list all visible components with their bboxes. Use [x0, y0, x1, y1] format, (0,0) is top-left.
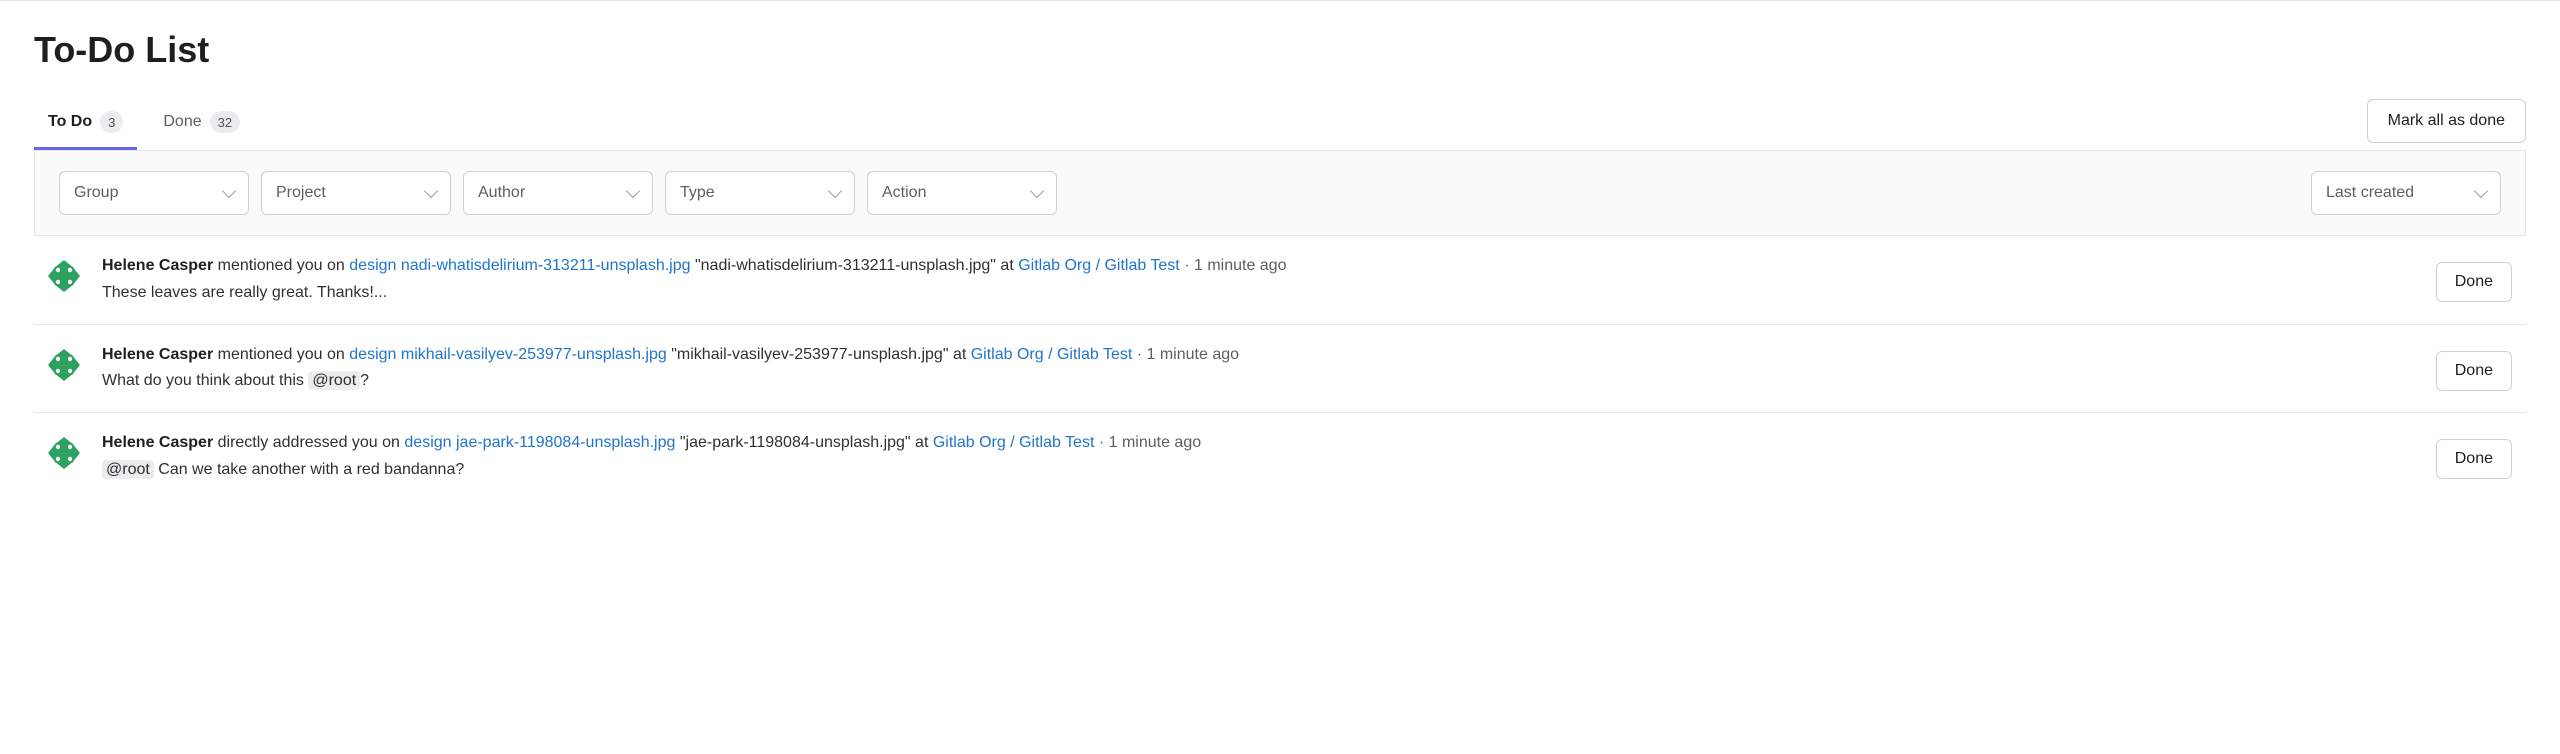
- filter-group-label: Group: [74, 184, 118, 202]
- chevron-down-icon: [828, 184, 842, 198]
- filter-action-label: Action: [882, 184, 926, 202]
- todo-verb: directly addressed you on: [213, 434, 404, 451]
- todo-item: Helene Casper mentioned you on design mi…: [34, 325, 2526, 414]
- todo-project-link[interactable]: Gitlab Org / Gitlab Test: [971, 346, 1133, 363]
- tabs: To Do 3 Done 32: [34, 97, 254, 150]
- todo-time: 1 minute ago: [1194, 257, 1287, 274]
- todo-list: Helene Casper mentioned you on design na…: [34, 236, 2526, 501]
- page-container: To-Do List To Do 3 Done 32 Mark all as d…: [0, 0, 2560, 501]
- tab-done-count: 32: [210, 111, 240, 133]
- todo-project-link[interactable]: Gitlab Org / Gitlab Test: [1018, 257, 1180, 274]
- filter-action[interactable]: Action: [867, 171, 1057, 215]
- todo-body: Helene Casper mentioned you on design na…: [102, 254, 2418, 306]
- todo-body: Helene Casper mentioned you on design mi…: [102, 343, 2418, 395]
- mention[interactable]: @root: [308, 371, 360, 390]
- avatar-icon: [44, 433, 84, 473]
- mention[interactable]: @root: [102, 460, 154, 479]
- filters-panel: Group Project Author Type Action Last cr…: [34, 151, 2526, 236]
- separator: ·: [1132, 346, 1146, 363]
- done-button[interactable]: Done: [2436, 351, 2512, 391]
- todo-author[interactable]: Helene Casper: [102, 434, 213, 451]
- filter-project[interactable]: Project: [261, 171, 451, 215]
- separator: ·: [1180, 257, 1194, 274]
- todo-project-link[interactable]: Gitlab Org / Gitlab Test: [933, 434, 1095, 451]
- todo-time: 1 minute ago: [1147, 346, 1240, 363]
- avatar-icon: [44, 256, 84, 296]
- done-button[interactable]: Done: [2436, 439, 2512, 479]
- chevron-down-icon: [1030, 184, 1044, 198]
- tab-todo-label: To Do: [48, 113, 92, 131]
- todo-note-text: What do you think about this: [102, 372, 308, 389]
- tab-todo[interactable]: To Do 3: [34, 97, 137, 150]
- todo-quoted: "nadi-whatisdelirium-313211-unsplash.jpg…: [691, 257, 1019, 274]
- page-title: To-Do List: [34, 29, 2526, 71]
- todo-author[interactable]: Helene Casper: [102, 346, 213, 363]
- todo-note-text: Can we take another with a red bandanna?: [154, 461, 464, 478]
- todo-design-link[interactable]: design nadi-whatisdelirium-313211-unspla…: [349, 257, 690, 274]
- sort-select[interactable]: Last created: [2311, 171, 2501, 215]
- tab-done[interactable]: Done 32: [149, 97, 254, 150]
- filter-type-label: Type: [680, 184, 715, 202]
- filter-type[interactable]: Type: [665, 171, 855, 215]
- todo-body: Helene Casper directly addressed you on …: [102, 431, 2418, 483]
- todo-title: Helene Casper mentioned you on design mi…: [102, 343, 2418, 368]
- chevron-down-icon: [2474, 184, 2488, 198]
- todo-note: @root Can we take another with a red ban…: [102, 458, 2418, 483]
- todo-note-text: ?: [360, 372, 369, 389]
- todo-title: Helene Casper directly addressed you on …: [102, 431, 2418, 456]
- tabs-row: To Do 3 Done 32 Mark all as done: [34, 97, 2526, 151]
- filter-group[interactable]: Group: [59, 171, 249, 215]
- filters-left: Group Project Author Type Action: [59, 171, 1057, 215]
- todo-design-link[interactable]: design mikhail-vasilyev-253977-unsplash.…: [349, 346, 667, 363]
- sort-label: Last created: [2326, 184, 2414, 202]
- filter-project-label: Project: [276, 184, 326, 202]
- done-button[interactable]: Done: [2436, 262, 2512, 302]
- chevron-down-icon: [222, 184, 236, 198]
- avatar[interactable]: [44, 345, 84, 385]
- todo-verb: mentioned you on: [213, 346, 349, 363]
- todo-design-link[interactable]: design jae-park-1198084-unsplash.jpg: [404, 434, 675, 451]
- todo-quoted: "mikhail-vasilyev-253977-unsplash.jpg" a…: [667, 346, 971, 363]
- separator: ·: [1094, 434, 1108, 451]
- filter-author[interactable]: Author: [463, 171, 653, 215]
- todo-item: Helene Casper directly addressed you on …: [34, 413, 2526, 501]
- mark-all-done-button[interactable]: Mark all as done: [2367, 99, 2526, 143]
- avatar[interactable]: [44, 433, 84, 473]
- tab-todo-count: 3: [100, 111, 123, 133]
- tab-done-label: Done: [163, 113, 201, 131]
- todo-title: Helene Casper mentioned you on design na…: [102, 254, 2418, 279]
- chevron-down-icon: [424, 184, 438, 198]
- chevron-down-icon: [626, 184, 640, 198]
- todo-quoted: "jae-park-1198084-unsplash.jpg" at: [675, 434, 932, 451]
- avatar-icon: [44, 345, 84, 385]
- todo-note: What do you think about this @root?: [102, 369, 2418, 394]
- todo-item: Helene Casper mentioned you on design na…: [34, 236, 2526, 325]
- todo-time: 1 minute ago: [1109, 434, 1202, 451]
- todo-note: These leaves are really great. Thanks!..…: [102, 281, 2418, 306]
- avatar[interactable]: [44, 256, 84, 296]
- todo-note-text: These leaves are really great. Thanks!..…: [102, 284, 387, 301]
- todo-verb: mentioned you on: [213, 257, 349, 274]
- filter-author-label: Author: [478, 184, 525, 202]
- todo-author[interactable]: Helene Casper: [102, 257, 213, 274]
